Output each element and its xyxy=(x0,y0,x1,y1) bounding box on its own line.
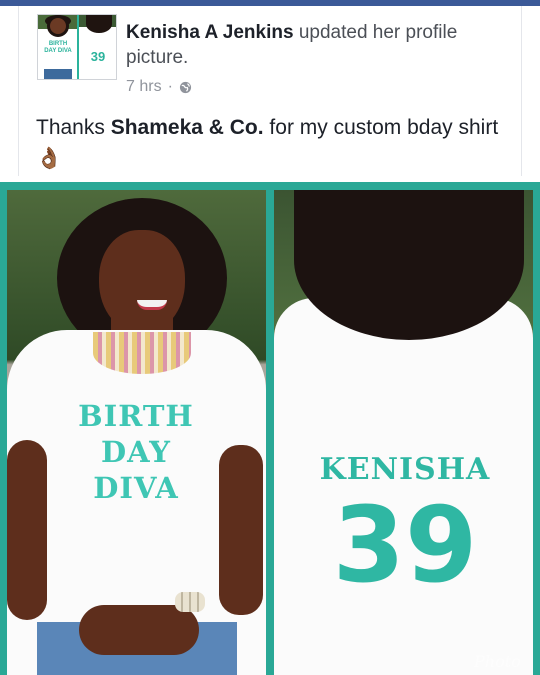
ok-hand-emoji: 👌🏾 xyxy=(36,147,63,170)
globe-icon[interactable] xyxy=(179,81,192,94)
front-left-arm xyxy=(7,440,47,620)
statement-necklace xyxy=(93,332,191,374)
front-right-arm xyxy=(219,445,263,615)
back-shirt-number: 39 xyxy=(332,484,478,606)
back-shirt-name: KENISHA xyxy=(319,452,491,487)
avatar-front-photo: BIRTH DAY DIVA xyxy=(38,15,77,79)
photo-watermark: Photo xyxy=(474,652,521,671)
bracelet xyxy=(175,592,205,612)
post-body-text: Thanks Shameka & Co. for my custom bday … xyxy=(36,112,516,174)
front-hands xyxy=(79,605,199,655)
shirt-line-3: DIVA xyxy=(93,471,179,505)
post-text-start: Thanks xyxy=(36,116,111,139)
meta-separator: · xyxy=(167,78,173,95)
avatar-back-hair xyxy=(86,15,112,33)
tagged-page-link[interactable]: Shameka & Co. xyxy=(111,116,264,139)
avatar-back-photo: 39 xyxy=(79,15,116,79)
profile-avatar[interactable]: BIRTH DAY DIVA 39 xyxy=(37,14,117,80)
post-meta: 7 hrs · xyxy=(126,78,192,96)
back-photo: KENISHA 39 Photo xyxy=(274,190,533,675)
post-header: Kenisha A Jenkins updated her profile pi… xyxy=(126,20,511,70)
shirt-line-2: DAY xyxy=(101,435,171,469)
front-photo: BIRTH DAY DIVA xyxy=(7,190,266,675)
author-name-link[interactable]: Kenisha A Jenkins xyxy=(126,22,294,43)
post-text-end: for my custom bday shirt xyxy=(263,116,499,139)
post-photo[interactable]: BIRTH DAY DIVA KENISHA 39 Photo xyxy=(0,182,540,675)
avatar-shirt-number: 39 xyxy=(90,49,106,64)
front-shirt-text: BIRTH DAY DIVA xyxy=(51,398,221,506)
avatar-jeans xyxy=(44,69,72,79)
shirt-line-1: BIRTH xyxy=(78,399,194,433)
avatar-shirt-text: BIRTH DAY DIVA xyxy=(44,41,72,54)
post-timestamp[interactable]: 7 hrs xyxy=(126,78,162,96)
avatar-face xyxy=(50,18,66,34)
